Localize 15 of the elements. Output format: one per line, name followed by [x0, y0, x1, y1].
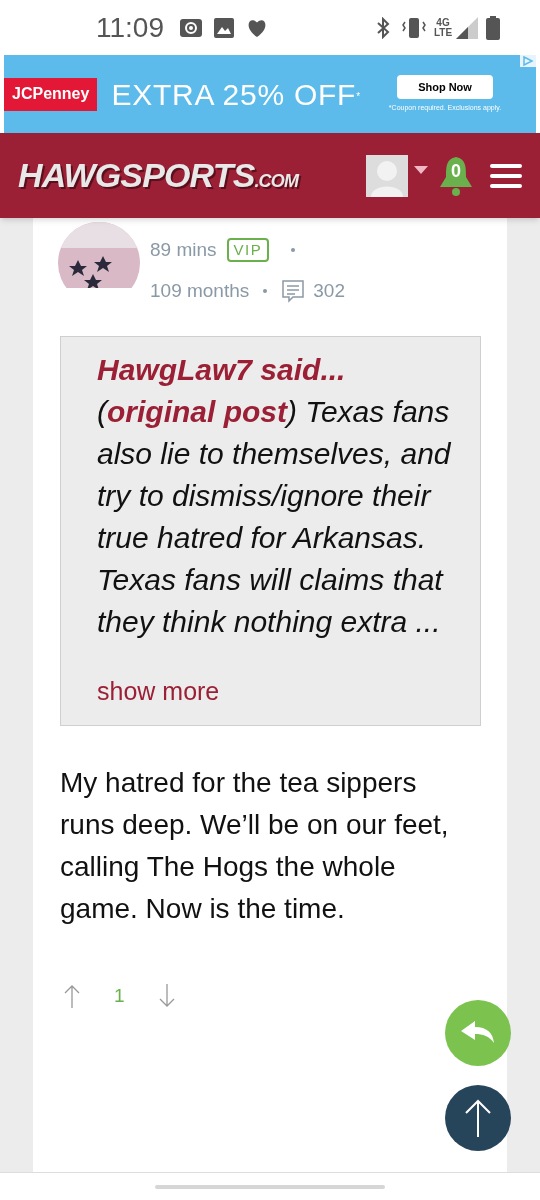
- network-label: 4G LTE: [434, 17, 452, 38]
- clock: 11:09: [96, 10, 164, 45]
- quote-author[interactable]: HawgLaw7 said...: [97, 349, 460, 391]
- show-more-link[interactable]: show more: [97, 673, 220, 711]
- comment-count: 302: [313, 278, 345, 303]
- site-logo[interactable]: HAWGSPORTS.COM: [18, 150, 299, 201]
- ad-headline: EXTRA 25% OFF$^{*}$: [111, 76, 361, 113]
- quote-text: (original post) Texas fans also lie to themselves, and try to dismiss/ignore their true hatred for Arkansas. Texas fans will claims that they think nothing extra ...: [97, 394, 452, 640]
- vote-score: 1: [114, 983, 125, 1008]
- vip-badge: VIP: [226, 238, 270, 263]
- post-age: 89 mins: [150, 238, 217, 262]
- shop-now-button[interactable]: Shop Now: [397, 74, 493, 99]
- brand-logo: JCPenney: [4, 77, 98, 111]
- post-body: My hatred for the tea sippers runs deep. We’ll be on our feet, calling The Hogs the whole game. Now is the time.: [60, 765, 450, 926]
- member-tenure: 109 months: [150, 278, 250, 303]
